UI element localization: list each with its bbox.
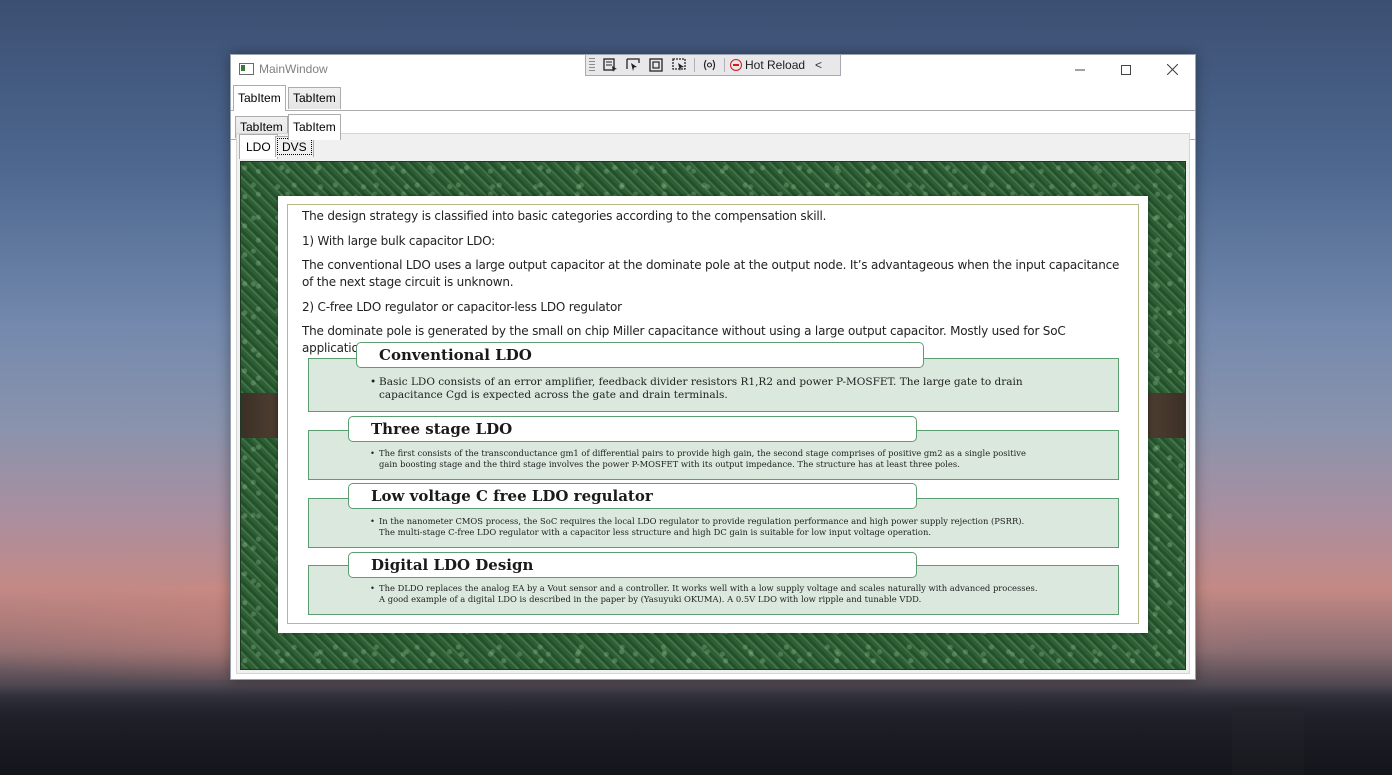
outer-tab-2[interactable]: TabItem <box>288 87 341 109</box>
box-title: Digital LDO Design <box>348 552 917 578</box>
minimize-icon <box>1075 69 1085 70</box>
second-tab-2[interactable]: TabItem <box>288 114 341 140</box>
maximize-icon <box>1121 64 1131 75</box>
box-body: The first consists of the transconductan… <box>370 448 1038 470</box>
tab-ldo[interactable]: LDO <box>239 134 278 159</box>
list-item-2: 2) C-free LDO regulator or capacitor-les… <box>302 300 622 314</box>
hot-reload-stop-icon[interactable] <box>730 59 742 71</box>
maximize-button[interactable] <box>1103 55 1149 84</box>
paragraph-1: The conventional LDO uses a large output… <box>302 258 1120 289</box>
toolbar-separator <box>724 58 725 72</box>
tab-content-area: LDO DVS The design strategy is classifie… <box>236 133 1190 674</box>
box-title: Three stage LDO <box>348 416 917 442</box>
box-body: In the nanometer CMOS process, the SoC r… <box>370 516 1038 538</box>
toolbar-separator <box>694 58 695 72</box>
close-icon <box>1166 64 1178 75</box>
slide-paper: The design strategy is classified into b… <box>278 196 1148 633</box>
window-title: MainWindow <box>259 62 328 76</box>
hot-reload-toolbar: Hot Reload < <box>585 55 841 76</box>
outer-tabstrip: TabItem TabItem <box>231 84 1195 111</box>
ldo-slide: The design strategy is classified into b… <box>240 161 1186 670</box>
list-item-1: 1) With large bulk capacitor LDO: <box>302 234 495 248</box>
app-window-icon <box>239 63 254 75</box>
intro-text: The design strategy is classified into b… <box>302 209 827 223</box>
inner-tabstrip: LDO DVS <box>237 134 1189 159</box>
main-window: MainWindow Hot Reload < TabItem TabItem … <box>230 54 1196 680</box>
window-controls <box>1057 55 1195 84</box>
box-body: The DLDO replaces the analog EA by a Vou… <box>370 583 1038 605</box>
wallpaper-tower <box>1232 707 1304 775</box>
toolbar-grip-icon[interactable] <box>589 58 595 72</box>
collapse-toolbar-chevron-icon[interactable]: < <box>815 58 822 72</box>
box-title: Conventional LDO <box>356 342 924 368</box>
close-button[interactable] <box>1149 55 1195 84</box>
box-body: Basic LDO consists of an error amplifier… <box>370 376 1038 402</box>
hot-reload-button[interactable]: Hot Reload <box>745 58 805 72</box>
minimize-button[interactable] <box>1057 55 1103 84</box>
binding-failures-icon[interactable] <box>702 58 717 72</box>
box-title: Low voltage C free LDO regulator <box>348 483 917 509</box>
display-layout-adorner-icon[interactable] <box>649 58 664 72</box>
title-bar[interactable]: MainWindow Hot Reload < <box>231 55 1195 84</box>
outer-tab-1[interactable]: TabItem <box>233 85 286 111</box>
wallpaper-city-skyline <box>0 685 1392 775</box>
select-element-icon[interactable] <box>603 58 618 72</box>
track-focused-element-icon[interactable] <box>672 58 687 72</box>
select-element-cursor-icon[interactable] <box>626 58 641 72</box>
